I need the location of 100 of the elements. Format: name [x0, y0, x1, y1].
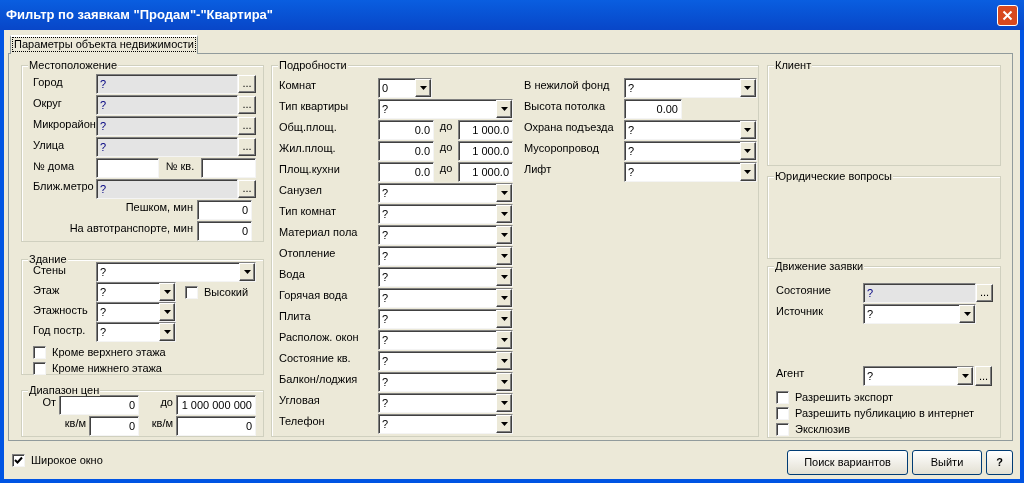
lookup-field[interactable]: ? — [96, 137, 238, 158]
input-field[interactable]: 0.0 — [378, 119, 434, 140]
dropdown[interactable]: ? — [96, 322, 176, 342]
checkbox[interactable] — [776, 390, 789, 404]
checkmark-icon — [14, 455, 23, 465]
input-field[interactable] — [201, 157, 256, 178]
checkbox-label[interactable]: Кроме нижнего этажа — [52, 359, 162, 377]
checkbox-label[interactable]: Кроме верхнего этажа — [52, 343, 166, 361]
dropdown-button[interactable] — [496, 288, 512, 307]
tab[interactable]: Параметры объекта недвижимости — [10, 35, 198, 54]
input-field[interactable]: 0 — [59, 394, 139, 415]
lookup-field[interactable]: ? — [96, 74, 238, 95]
field-label: кв/м — [63, 416, 87, 430]
browse-button[interactable]: ... — [238, 179, 256, 198]
checkbox[interactable] — [185, 285, 198, 299]
input-field[interactable]: 1 000.0 — [458, 140, 513, 161]
dropdown[interactable]: ? — [624, 77, 757, 98]
dropdown-button[interactable] — [496, 414, 512, 433]
lookup-field[interactable]: ? — [96, 116, 238, 137]
dropdown[interactable]: ? — [378, 350, 513, 371]
dropdown[interactable]: ? — [96, 262, 256, 282]
dropdown-button[interactable] — [740, 141, 756, 160]
checkbox[interactable] — [12, 453, 25, 467]
dropdown-button[interactable] — [159, 303, 175, 321]
browse-button[interactable]: ... — [976, 283, 993, 302]
dialog-button[interactable]: Поиск вариантов — [787, 450, 908, 475]
dialog-button[interactable]: Выйти — [912, 450, 982, 475]
dropdown[interactable]: ? — [96, 302, 176, 322]
dropdown-button[interactable] — [496, 204, 512, 223]
close-button[interactable] — [997, 4, 1018, 26]
dropdown-button[interactable] — [496, 183, 512, 202]
field-label: Телефон — [279, 414, 326, 428]
lookup-field[interactable]: ? — [863, 282, 976, 303]
checkbox-label[interactable]: Разрешить экспорт — [795, 388, 894, 406]
checkbox-label[interactable]: Разрешить публикацию в интернет — [795, 404, 975, 422]
dropdown[interactable]: ? — [96, 282, 176, 302]
checkbox[interactable] — [776, 422, 789, 436]
input-field[interactable]: 0.0 — [378, 161, 434, 182]
dropdown-button[interactable] — [496, 309, 512, 328]
dropdown[interactable]: ? — [378, 245, 513, 266]
dropdown-button[interactable] — [496, 99, 512, 118]
dropdown-button[interactable] — [959, 304, 975, 323]
dropdown[interactable]: ? — [378, 182, 513, 203]
checkbox[interactable] — [776, 406, 789, 420]
checkbox-label[interactable]: Эксклюзив — [795, 420, 850, 438]
browse-button[interactable]: ... — [975, 365, 992, 386]
input-field[interactable]: 0 — [197, 199, 252, 220]
dropdown[interactable]: ? — [378, 308, 513, 329]
dropdown[interactable]: 0 — [378, 77, 432, 98]
dropdown[interactable]: ? — [863, 303, 976, 324]
dropdown-button[interactable] — [496, 246, 512, 265]
checkbox[interactable] — [33, 361, 46, 375]
browse-button[interactable]: ... — [238, 138, 256, 157]
dropdown[interactable]: ? — [378, 224, 513, 245]
dropdown-button[interactable] — [159, 283, 175, 301]
dropdown[interactable]: ? — [863, 365, 974, 386]
dropdown[interactable]: ? — [624, 119, 757, 140]
dropdown[interactable]: ? — [624, 140, 757, 161]
dropdown-button[interactable] — [496, 393, 512, 412]
input-field[interactable]: 0 — [197, 220, 252, 241]
dropdown[interactable]: ? — [624, 161, 757, 182]
dropdown-button[interactable] — [496, 225, 512, 244]
dropdown-button[interactable] — [415, 78, 431, 97]
dropdown-button[interactable] — [740, 120, 756, 139]
dropdown[interactable]: ? — [378, 392, 513, 413]
dropdown-button[interactable] — [159, 323, 175, 341]
checkbox[interactable] — [33, 345, 46, 359]
dropdown-button[interactable] — [496, 330, 512, 349]
dropdown[interactable]: ? — [378, 266, 513, 287]
dropdown-button[interactable] — [239, 263, 255, 281]
browse-button[interactable]: ... — [238, 117, 256, 136]
input-field[interactable]: 0 — [176, 415, 256, 436]
input-field[interactable]: 1 000.0 — [458, 161, 513, 182]
dropdown-button[interactable] — [496, 267, 512, 286]
input-field[interactable]: 0.00 — [624, 98, 682, 119]
dropdown[interactable]: ? — [378, 287, 513, 308]
checkbox-label[interactable]: Широкое окно — [31, 451, 103, 469]
dialog-button[interactable]: ? — [986, 450, 1013, 475]
input-field[interactable] — [96, 157, 159, 178]
dropdown[interactable]: ? — [378, 329, 513, 350]
field-label: В нежилой фонд — [524, 78, 611, 92]
dropdown[interactable]: ? — [378, 98, 513, 119]
input-field[interactable]: 0 — [89, 415, 139, 436]
field-label: Мусоропровод — [524, 141, 600, 155]
input-field[interactable]: 0.0 — [378, 140, 434, 161]
lookup-field[interactable]: ? — [96, 95, 238, 116]
checkbox-label[interactable]: Высокий — [204, 283, 249, 301]
input-field[interactable]: 1 000 000 000 — [176, 394, 256, 415]
dropdown-button[interactable] — [740, 162, 756, 181]
browse-button[interactable]: ... — [238, 75, 256, 94]
dropdown[interactable]: ? — [378, 413, 513, 434]
dropdown[interactable]: ? — [378, 203, 513, 224]
browse-button[interactable]: ... — [238, 96, 256, 115]
dropdown-button[interactable] — [957, 366, 973, 385]
dropdown-button[interactable] — [496, 351, 512, 370]
dropdown-button[interactable] — [740, 78, 756, 97]
dropdown[interactable]: ? — [378, 371, 513, 392]
dropdown-button[interactable] — [496, 372, 512, 391]
lookup-field[interactable]: ? — [96, 178, 238, 199]
input-field[interactable]: 1 000.0 — [458, 119, 513, 140]
